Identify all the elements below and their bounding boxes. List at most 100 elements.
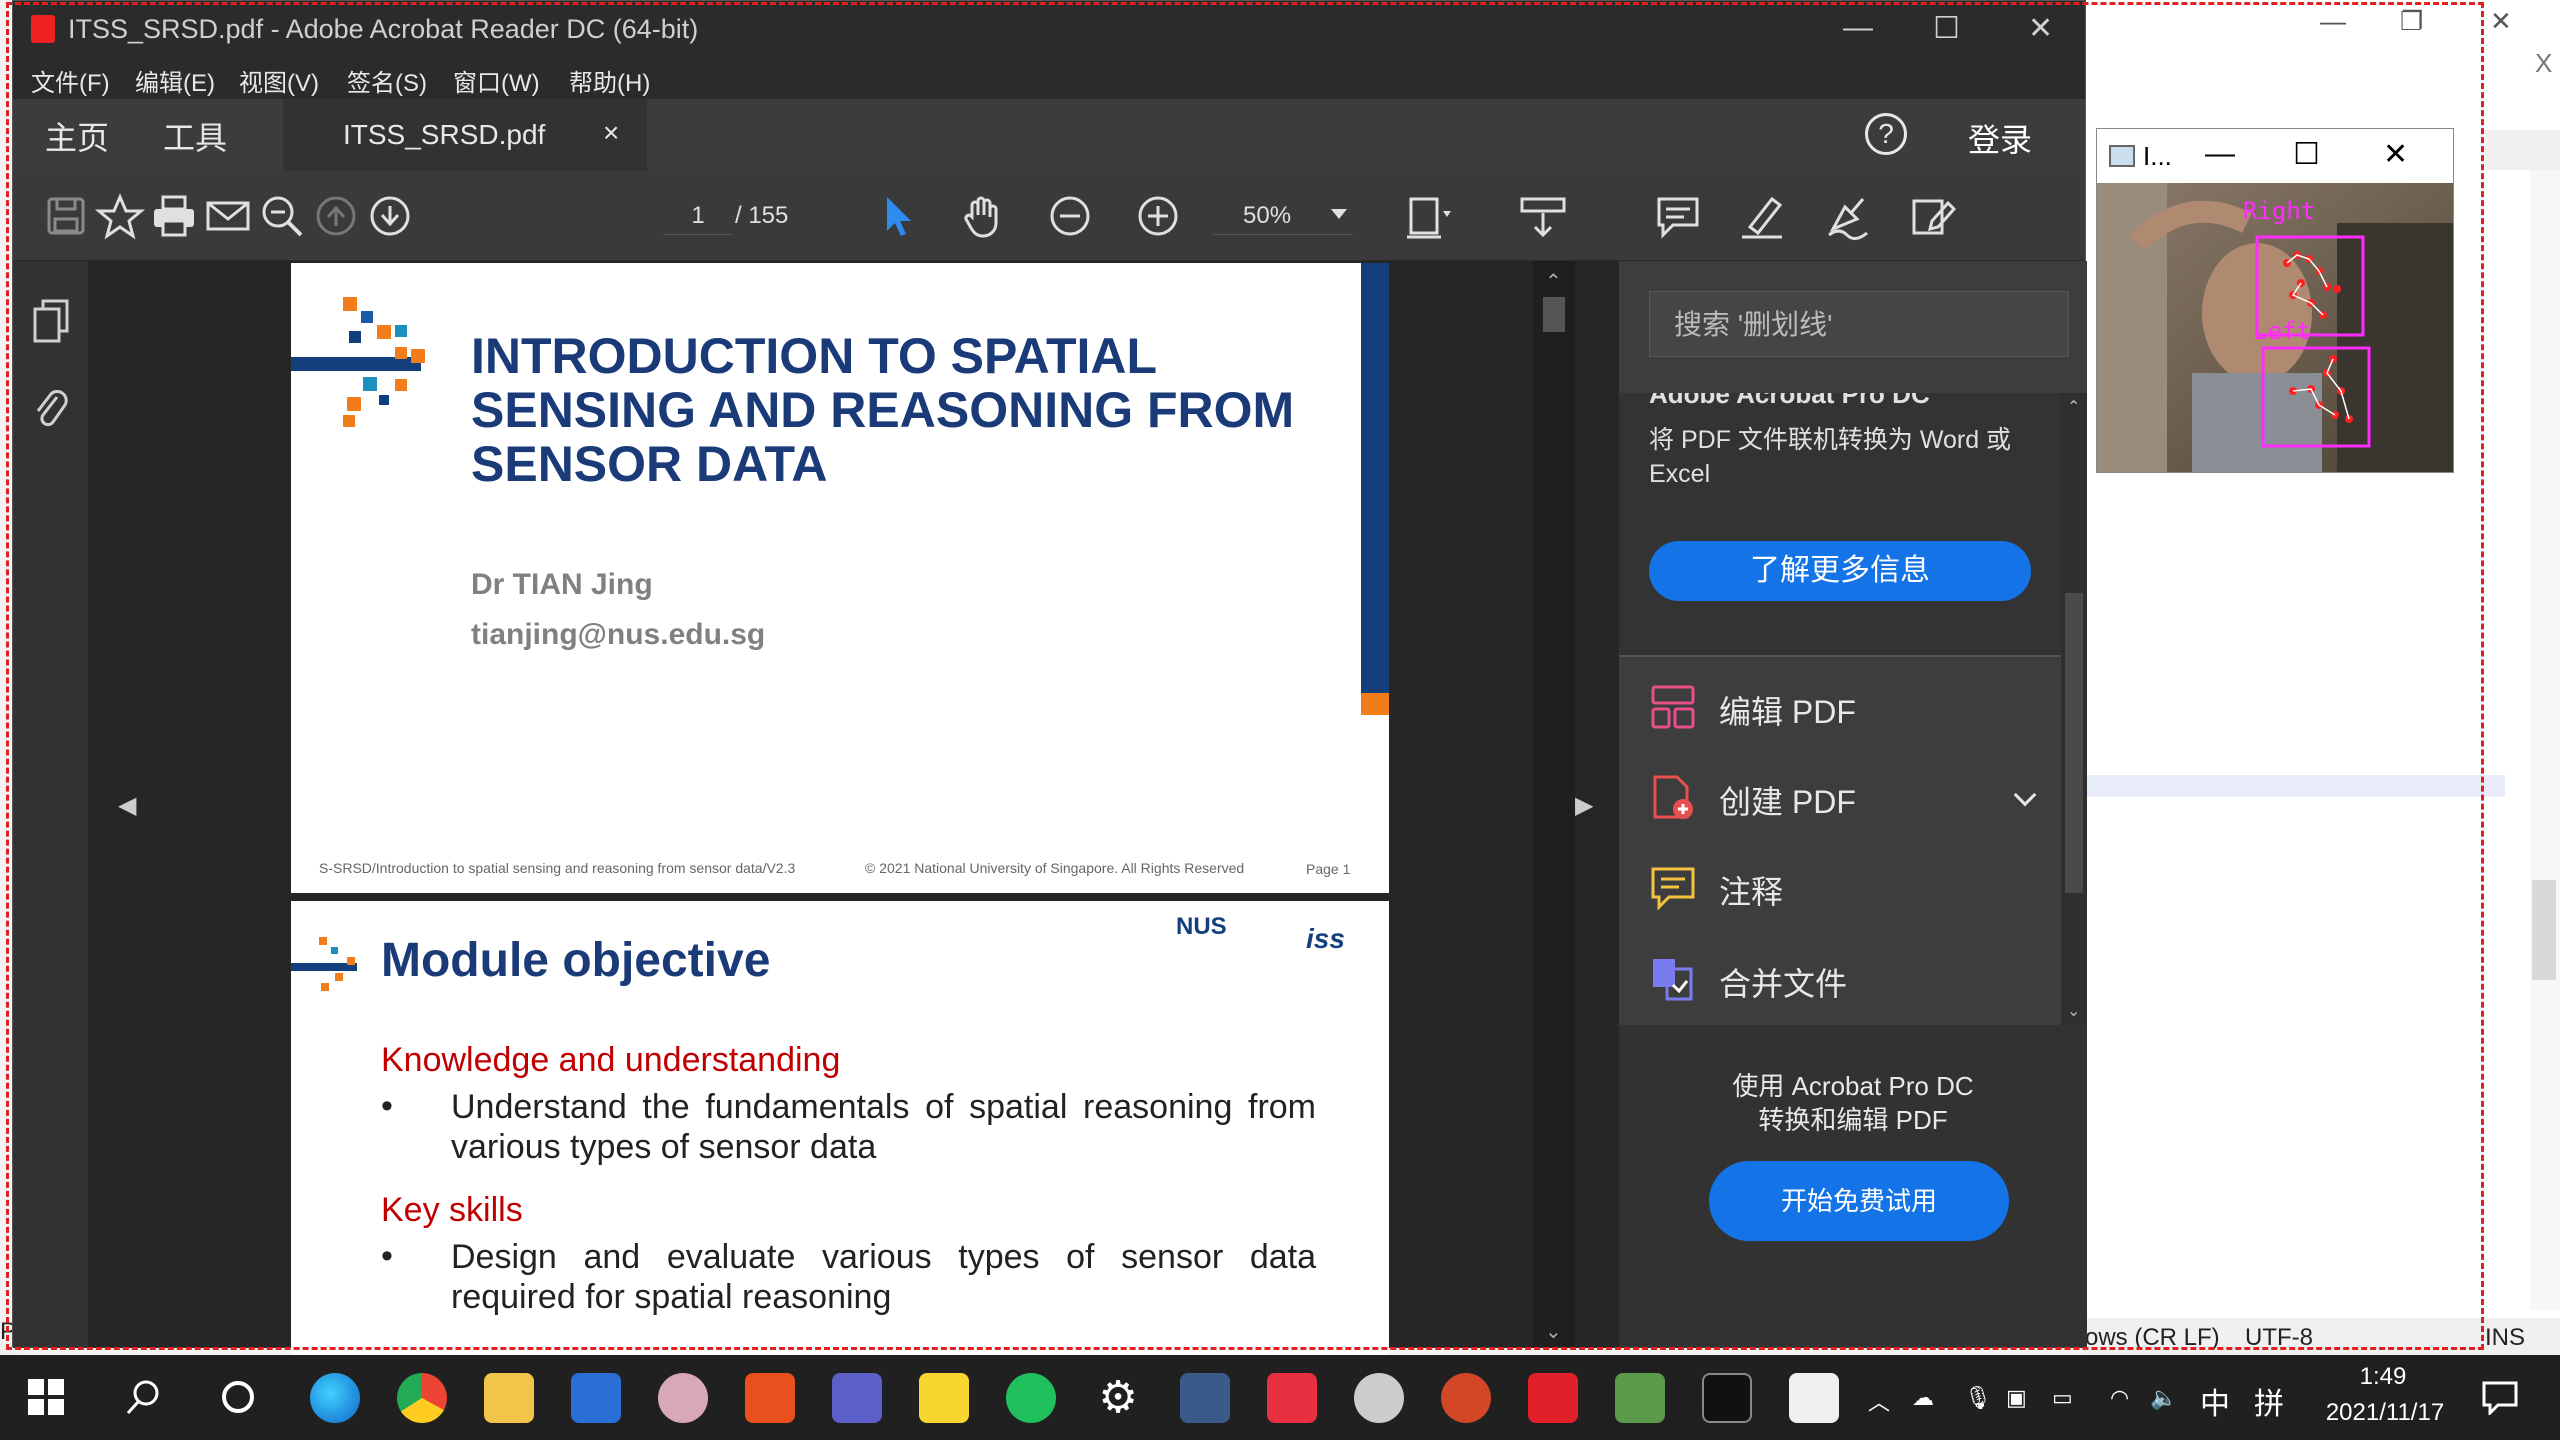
zoom-in-icon[interactable] [1133,191,1183,241]
background-scrollbar[interactable] [2530,170,2560,1310]
powerpoint-icon[interactable] [1441,1373,1491,1423]
menu-view[interactable]: 视图(V) [239,63,319,98]
menu-edit[interactable]: 编辑(E) [135,63,215,98]
onedrive-icon[interactable]: ☁ [1912,1385,1934,1411]
restore-icon[interactable]: ❐ [2400,6,2423,37]
menu-help[interactable]: 帮助(H) [569,63,650,98]
tab-document[interactable]: ITSS_SRSD.pdf × [283,99,647,171]
teams-icon[interactable] [832,1373,882,1423]
login-button[interactable]: 登录 [1968,115,2032,161]
tools-scrollbar[interactable]: ⌃ ⌄ [2061,393,2087,1025]
battery-icon[interactable]: ▭ [2052,1385,2073,1411]
background-scroll-thumb[interactable] [2532,880,2556,980]
youdao-icon[interactable] [1267,1373,1317,1423]
search-zoom-icon[interactable] [257,191,307,241]
minimize-icon[interactable]: — [2205,137,2235,171]
maximize-icon[interactable]: ☐ [2293,137,2320,172]
media-player-icon[interactable] [1354,1373,1404,1423]
page-number-input[interactable]: 1 [663,197,733,235]
settings-gear-icon[interactable]: ⚙ [1093,1373,1143,1423]
save-icon[interactable] [41,191,91,241]
scroll-thumb[interactable] [1543,297,1565,332]
tool-edit-pdf[interactable]: 编辑 PDF [1649,675,2049,739]
store-icon[interactable] [571,1373,621,1423]
scroll-thumb[interactable] [2065,593,2083,893]
tool-combine-files[interactable]: 合并文件 [1649,947,2049,1011]
wechat-icon[interactable] [1006,1373,1056,1423]
attachment-paperclip-icon[interactable] [33,387,69,431]
display-icon[interactable]: ▣ [2006,1385,2027,1411]
page-thumbnails-icon[interactable] [33,299,69,343]
scroll-mode-icon[interactable] [1518,191,1568,241]
terminal-icon[interactable] [1702,1373,1752,1423]
slide-title: Module objective [381,934,771,987]
notification-center-icon[interactable] [2482,1381,2518,1415]
ime-language-indicator[interactable]: 中 [2200,1379,2230,1423]
windows-start-icon[interactable] [28,1379,64,1415]
tools-search-input[interactable]: 搜索 '删划线' [1649,291,2069,357]
select-cursor-icon[interactable] [873,191,923,241]
notepad-icon[interactable] [1789,1373,1839,1423]
decor-orange-bar [1361,693,1389,715]
close-icon[interactable]: ✕ [2028,11,2053,46]
page-up-icon[interactable] [311,191,361,241]
maximize-icon[interactable]: ☐ [1933,11,1960,46]
close-tab-icon[interactable]: × [603,117,619,149]
sticky-notes-icon[interactable] [919,1373,969,1423]
chrome-icon[interactable] [397,1373,447,1423]
edge-icon[interactable] [310,1373,360,1423]
file-explorer-icon[interactable] [484,1373,534,1423]
sign-pen-icon[interactable] [1823,191,1873,241]
close-icon[interactable]: ✕ [2383,137,2408,172]
wifi-icon[interactable]: ◠ [2110,1385,2129,1411]
acrobat-taskbar-icon[interactable] [1528,1373,1578,1423]
document-scrollbar[interactable]: ⌃ ⌄ [1533,261,1575,1348]
highlight-pen-icon[interactable] [1738,191,1788,241]
chevron-down-icon[interactable] [1331,209,1347,219]
bookmark-star-icon[interactable] [94,191,146,241]
scroll-up-icon[interactable]: ⌃ [2067,397,2080,417]
start-trial-button[interactable]: 开始免费试用 [1709,1161,2009,1241]
office-icon[interactable] [745,1373,795,1423]
tool-create-pdf[interactable]: 创建 PDF [1649,765,2049,829]
collapse-left-panel-icon[interactable]: ◀ [118,791,136,820]
ime-mode-indicator[interactable]: 拼 [2254,1379,2284,1423]
tab-close-icon[interactable]: X [2535,48,2552,79]
tool-label: 注释 [1719,874,1784,910]
minimize-icon[interactable]: — [2320,6,2346,37]
camera-preview-window[interactable]: I... — ☐ ✕ Right Left [2096,128,2454,473]
minimize-icon[interactable]: — [1843,11,1873,45]
scroll-down-icon[interactable]: ⌄ [1545,1319,1562,1344]
menu-file[interactable]: 文件(F) [31,63,110,98]
hand-tool-icon[interactable] [958,191,1008,241]
learn-more-button[interactable]: 了解更多信息 [1649,541,2031,601]
microphone-icon[interactable]: 🎙 [1964,1385,1992,1411]
close-icon[interactable]: ✕ [2490,6,2512,37]
menu-sign[interactable]: 签名(S) [347,63,427,98]
volume-icon[interactable]: 🔈 [2150,1385,2177,1411]
tab-home[interactable]: 主页 [45,113,109,159]
chevron-down-icon[interactable] [2013,783,2037,807]
zoom-out-icon[interactable] [1045,191,1095,241]
tab-tools[interactable]: 工具 [163,113,227,159]
cortana-icon[interactable] [220,1379,256,1415]
tool-comment[interactable]: 注释 [1649,855,2049,919]
share-edit-icon[interactable] [1908,191,1958,241]
email-icon[interactable] [203,191,253,241]
scroll-up-icon[interactable]: ⌃ [1545,269,1562,294]
scroll-down-icon[interactable]: ⌄ [2067,1001,2080,1021]
print-icon[interactable] [149,191,199,241]
vpn-app-icon[interactable] [1180,1373,1230,1423]
paint-icon[interactable] [658,1373,708,1423]
clock-time[interactable]: 1:49 [2318,1363,2448,1391]
search-icon[interactable] [124,1377,164,1417]
page-down-icon[interactable] [365,191,415,241]
fit-page-icon[interactable] [1403,191,1453,241]
clock-date[interactable]: 2021/11/17 [2300,1399,2470,1427]
tray-overflow-icon[interactable]: ︿ [1868,1385,1890,1417]
help-icon[interactable]: ? [1865,113,1907,155]
comment-icon[interactable] [1653,191,1703,241]
expand-right-panel-icon[interactable]: ▶ [1575,791,1593,820]
image-viewer-icon[interactable] [1615,1373,1665,1423]
menu-window[interactable]: 窗口(W) [453,63,540,98]
